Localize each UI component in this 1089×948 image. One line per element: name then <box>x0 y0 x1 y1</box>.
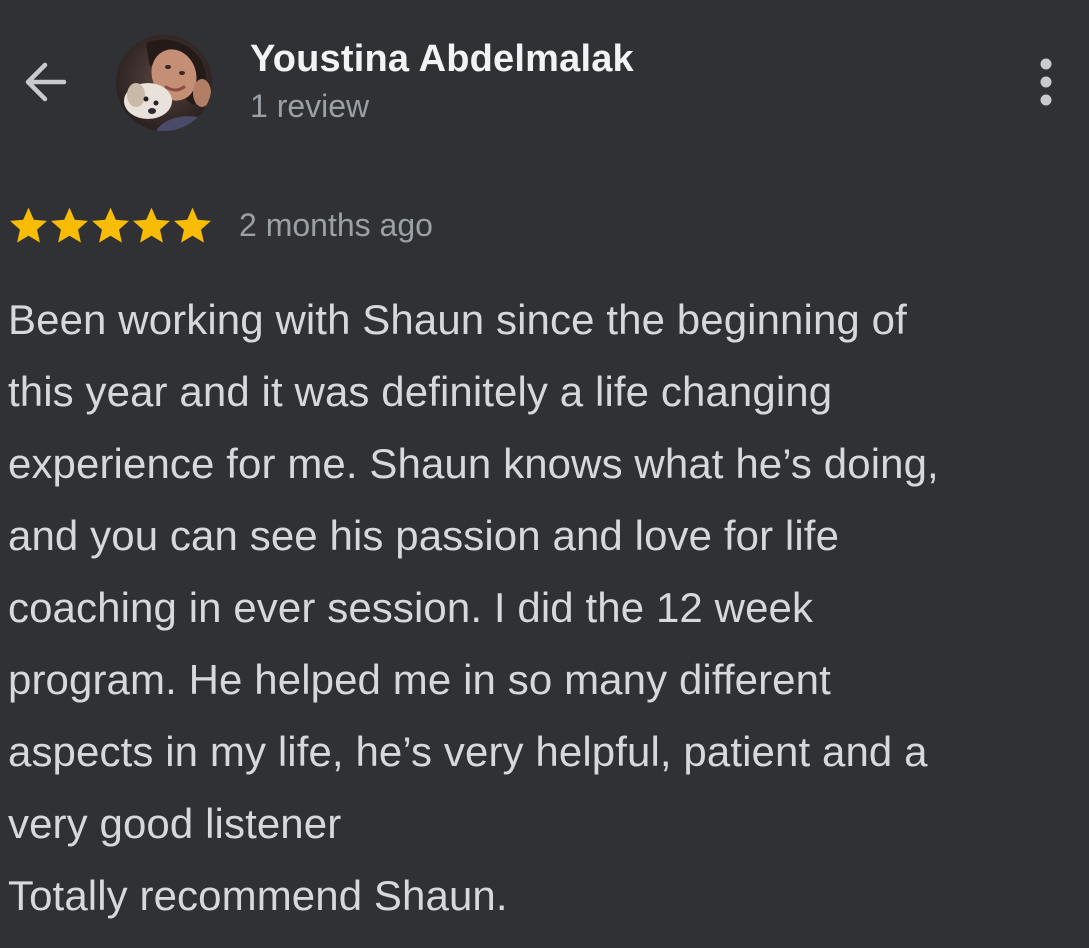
reviewer-name[interactable]: Youstina Abdelmalak <box>250 38 634 81</box>
more-options-button[interactable] <box>1020 52 1072 112</box>
star-icon <box>92 207 129 243</box>
avatar[interactable] <box>116 35 212 131</box>
rating-row: 2 months ago <box>8 200 433 250</box>
more-vertical-icon <box>1040 58 1052 106</box>
review-count: 1 review <box>250 88 370 124</box>
back-button[interactable] <box>14 52 74 112</box>
review-date: 2 months ago <box>239 206 433 243</box>
star-icon <box>10 207 47 243</box>
arrow-back-icon <box>25 62 67 102</box>
star-icon <box>174 207 211 243</box>
review-header: Youstina Abdelmalak 1 review <box>0 0 1089 160</box>
review-text: Been working with Shaun since the beginn… <box>8 296 939 919</box>
star-icon <box>51 207 88 243</box>
star-icon <box>133 207 170 243</box>
star-rating <box>8 205 213 246</box>
